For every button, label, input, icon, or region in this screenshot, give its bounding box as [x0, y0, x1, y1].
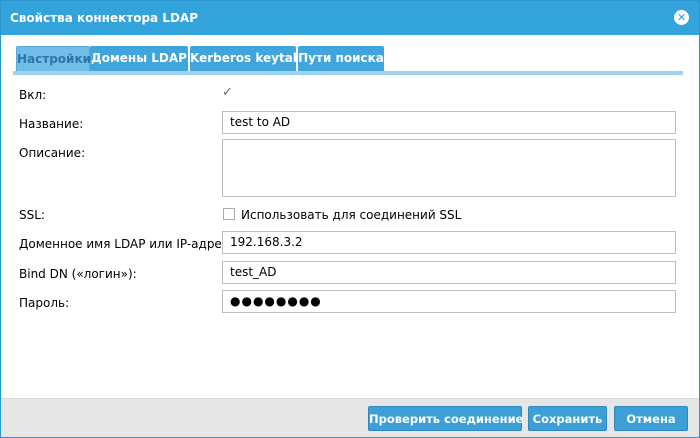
tab-kerberos-keytab[interactable]: Kerberos keytab [190, 46, 301, 71]
ssl-checkbox-label[interactable]: Использовать для соединений SSL [241, 208, 461, 222]
close-icon[interactable]: ✕ [674, 10, 689, 25]
password-input[interactable]: ●●●●●●●● [222, 290, 676, 313]
tab-ldap-domains[interactable]: Домены LDAP [90, 46, 188, 71]
ssl-checkbox[interactable] [223, 208, 235, 220]
host-input[interactable]: 192.168.3.2 [222, 231, 676, 254]
enabled-checkbox[interactable]: ✓ [222, 86, 236, 100]
dialog-title: Свойства коннектора LDAP [10, 11, 198, 25]
ldap-connector-dialog: Свойства коннектора LDAP ✕ Настройки Дом… [0, 0, 700, 438]
name-input[interactable]: test to AD [222, 111, 676, 134]
description-textarea[interactable] [222, 139, 676, 197]
title-bar[interactable]: Свойства коннектора LDAP ✕ [1, 1, 699, 35]
tab-bar: Настройки Домены LDAP Kerberos keytab Пу… [13, 46, 683, 76]
ssl-label: SSL: [19, 208, 45, 222]
host-label: Доменное имя LDAP или IP-адрес: [19, 237, 233, 251]
bind-dn-input[interactable]: test_AD [222, 261, 676, 284]
name-label: Название: [19, 117, 84, 131]
password-label: Пароль: [19, 296, 70, 310]
cancel-button[interactable]: Отмена [614, 406, 688, 431]
tab-strip [13, 71, 683, 75]
save-button[interactable]: Сохранить [528, 406, 607, 431]
dialog-footer: Проверить соединение Сохранить Отмена [1, 398, 699, 437]
tab-search-paths[interactable]: Пути поиска [298, 46, 384, 71]
enabled-label: Вкл: [19, 88, 47, 102]
description-label: Описание: [19, 146, 86, 160]
test-connection-button[interactable]: Проверить соединение [368, 406, 523, 431]
bind-dn-label: Bind DN («логин»): [19, 267, 137, 281]
tab-settings[interactable]: Настройки [16, 46, 91, 72]
